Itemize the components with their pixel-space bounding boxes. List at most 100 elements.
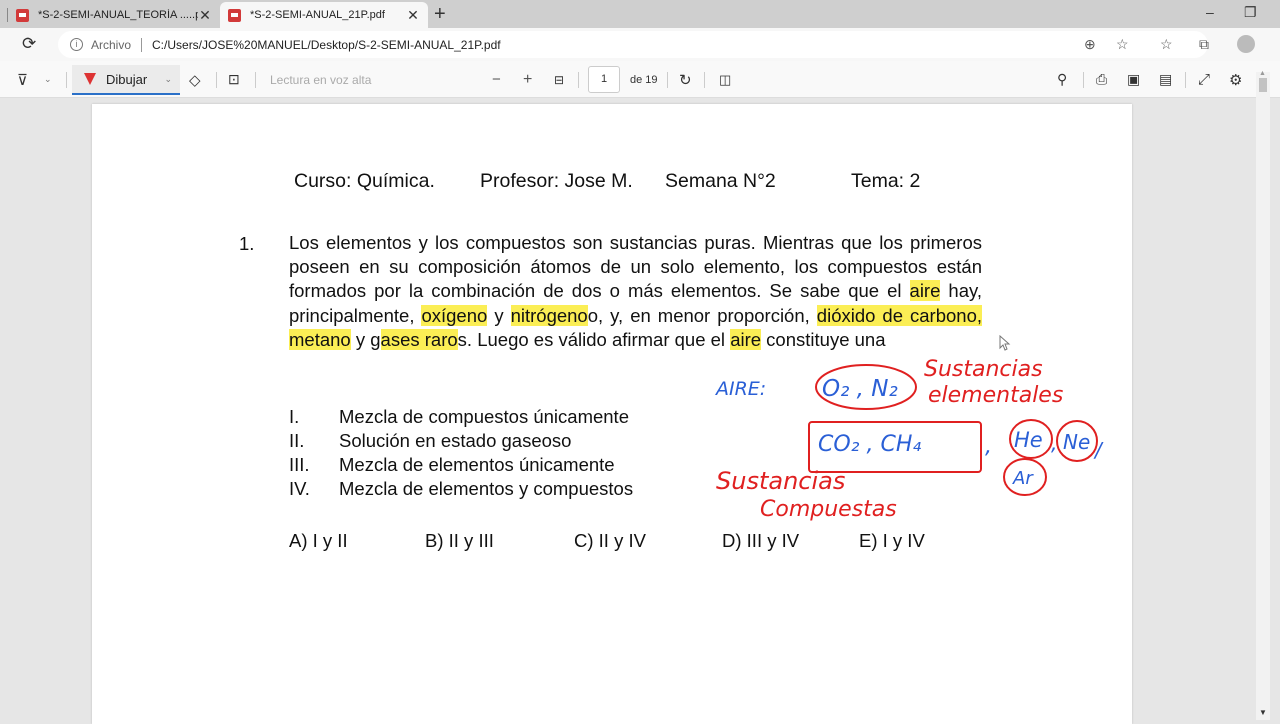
settings-gear-icon[interactable]: ⚙ xyxy=(1229,61,1242,98)
toolbar-divider xyxy=(255,72,256,88)
ink-comma: , xyxy=(985,434,992,459)
answer-option-b: B) II y III xyxy=(425,530,494,551)
eraser-icon[interactable]: ◇ xyxy=(189,61,201,98)
toolbar-divider xyxy=(1185,72,1186,88)
toolbar-divider xyxy=(578,72,579,88)
statement-text: Solución en estado gaseoso xyxy=(339,430,572,451)
question-number: 1. xyxy=(239,233,255,254)
answer-option-c: C) II y IV xyxy=(574,530,646,551)
highlight-icon[interactable]: ⊽ xyxy=(17,61,28,98)
teacher-label: Profesor: Jose M. xyxy=(480,170,633,192)
reload-icon[interactable]: ⟳ xyxy=(22,34,36,54)
mouse-cursor-icon xyxy=(999,335,1011,351)
toolbar-divider xyxy=(1083,72,1084,88)
statement-item: II. Solución en estado gaseoso xyxy=(289,430,571,452)
highlighted-text: oxígeno xyxy=(421,304,488,326)
draw-label: Dibujar xyxy=(106,71,148,87)
page-view-icon[interactable]: ◫ xyxy=(719,61,731,98)
vertical-scrollbar[interactable] xyxy=(1256,72,1270,720)
ink-circle-he xyxy=(1009,419,1053,459)
zoom-indicator-icon[interactable]: ⊕ xyxy=(1084,36,1096,53)
search-icon[interactable]: ⚲ xyxy=(1057,61,1067,98)
save-icon[interactable]: ▣ xyxy=(1127,61,1140,98)
ink-compound-group: CO₂ , CH₄ xyxy=(818,432,921,457)
highlighted-text: aire xyxy=(909,280,941,302)
fit-page-icon[interactable]: ⊟ xyxy=(554,61,564,98)
restore-button[interactable]: ❐ xyxy=(1244,4,1257,21)
highlight-dropdown-chevron-icon[interactable]: ⌄ xyxy=(44,61,52,98)
read-aloud-button[interactable]: Lectura en voz alta xyxy=(270,61,371,98)
highlighted-text: metano xyxy=(289,328,351,350)
save-as-icon[interactable]: ▤ xyxy=(1159,61,1172,98)
url-scheme-label: Archivo xyxy=(91,37,132,52)
ink-circle-elemental xyxy=(815,364,917,410)
toolbar-divider xyxy=(66,72,67,88)
ink-elemental-caption-1: Sustancias xyxy=(924,357,1043,382)
statement-text: Mezcla de elementos únicamente xyxy=(339,454,615,475)
ink-comma: , xyxy=(1051,431,1057,455)
scroll-down-arrow-icon[interactable]: ▼ xyxy=(1259,708,1267,717)
statement-roman: I. xyxy=(289,406,300,427)
question-text: Los elementos y los compuestos son susta… xyxy=(289,231,983,352)
zoom-in-button[interactable]: + xyxy=(523,61,532,98)
statement-item: I. Mezcla de compuestos únicamente xyxy=(289,406,629,428)
pen-icon xyxy=(84,73,96,85)
answer-option-d: D) III y IV xyxy=(722,530,800,551)
highlighted-text: dióxido de carbono, xyxy=(816,304,983,326)
url-divider xyxy=(141,37,143,52)
rotate-icon[interactable]: ↻ xyxy=(679,61,692,98)
ink-noble-he: He xyxy=(1014,428,1043,452)
url-field[interactable]: i Archivo C:/Users/JOSE%20MANUEL/Desktop… xyxy=(58,31,1208,58)
text-segment: constituye una xyxy=(761,328,886,350)
statement-roman: II. xyxy=(289,430,305,451)
add-text-icon[interactable]: ⊡ xyxy=(228,61,240,98)
pdf-file-icon xyxy=(16,8,29,22)
ink-box-compounds xyxy=(808,421,982,473)
highlighted-text: aire xyxy=(730,328,762,350)
profile-avatar[interactable] xyxy=(1237,35,1255,53)
scroll-up-arrow-icon[interactable]: ▲ xyxy=(1259,70,1266,77)
course-label: Curso: Química. xyxy=(294,170,435,192)
week-label: Semana N°2 xyxy=(665,170,776,192)
new-tab-button[interactable]: + xyxy=(434,3,446,25)
minimize-button[interactable]: – xyxy=(1206,4,1214,20)
fullscreen-icon[interactable]: ⤢ xyxy=(1198,61,1210,98)
toolbar-divider xyxy=(667,72,668,88)
tab-title: *S-2-SEMI-ANUAL_TEORÍA .....pdf xyxy=(38,9,198,21)
scrollbar-thumb[interactable] xyxy=(1259,78,1267,92)
pdf-page: Curso: Química. Profesor: Jose M. Semana… xyxy=(92,104,1132,724)
pdf-file-icon xyxy=(228,8,241,22)
tab-title: *S-2-SEMI-ANUAL_21P.pdf xyxy=(250,9,385,21)
ink-noble-ar: Ar xyxy=(1012,468,1034,489)
text-segment: y g xyxy=(350,328,381,350)
print-icon[interactable]: ⎙ xyxy=(1096,61,1107,98)
address-bar: ⟳ i Archivo C:/Users/JOSE%20MANUEL/Deskt… xyxy=(0,28,1280,61)
favorites-icon[interactable]: ☆ xyxy=(1160,36,1173,53)
statement-roman: III. xyxy=(289,454,310,475)
tab-teoria-pdf[interactable]: *S-2-SEMI-ANUAL_TEORÍA .....pdf ✕ xyxy=(8,2,220,28)
answer-option-a: A) I y II xyxy=(289,530,348,551)
close-tab-icon[interactable]: ✕ xyxy=(406,7,420,24)
url-text: C:/Users/JOSE%20MANUEL/Desktop/S-2-SEMI-… xyxy=(152,37,501,52)
add-favorite-icon[interactable]: ☆ xyxy=(1116,36,1129,53)
ink-circle-ne xyxy=(1056,420,1098,462)
chevron-down-icon[interactable]: ⌄ xyxy=(164,74,172,85)
highlighted-text: ases raro xyxy=(380,328,458,350)
statement-text: Mezcla de compuestos únicamente xyxy=(339,406,629,427)
info-icon[interactable]: i xyxy=(70,38,83,51)
statement-item: III. Mezcla de elementos únicamente xyxy=(289,454,615,476)
page-number-input[interactable]: 1 xyxy=(588,66,620,93)
ink-elemental-group: O₂ , N₂ xyxy=(822,376,898,402)
collections-icon[interactable]: ⧉ xyxy=(1199,36,1209,53)
ink-elemental-caption-2: elementales xyxy=(928,383,1063,408)
text-segment: o, y, en menor proporción, xyxy=(587,304,817,326)
tab-21p-pdf[interactable]: *S-2-SEMI-ANUAL_21P.pdf ✕ xyxy=(220,2,428,28)
toolbar-divider xyxy=(216,72,217,88)
ink-circle-ar xyxy=(1003,458,1047,496)
zoom-out-button[interactable]: − xyxy=(492,61,501,98)
statement-text: Mezcla de elementos y compuestos xyxy=(339,478,634,499)
tab-bar: *S-2-SEMI-ANUAL_TEORÍA .....pdf ✕ *S-2-S… xyxy=(0,0,1280,28)
draw-button[interactable]: Dibujar ⌄ xyxy=(72,65,180,95)
close-tab-icon[interactable]: ✕ xyxy=(198,7,212,24)
toolbar-divider xyxy=(704,72,705,88)
